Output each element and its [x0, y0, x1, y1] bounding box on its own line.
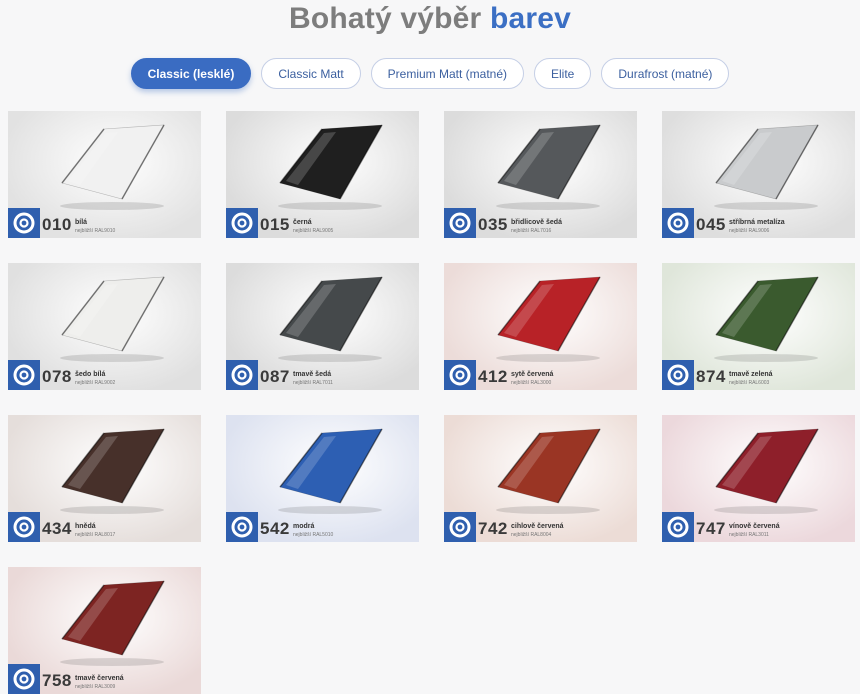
ral-reference: nejbližší RAL7011 — [293, 380, 333, 386]
tab-elite[interactable]: Elite — [534, 58, 592, 89]
color-tile[interactable]: 035 břidlicově šedá nejbližší RAL7016 — [444, 111, 637, 238]
color-tile[interactable]: 087 tmavě šedá nejbližší RAL7011 — [226, 263, 419, 390]
panel-shadow — [60, 506, 164, 514]
panel-shadow — [278, 506, 382, 514]
panel-shadow — [278, 354, 382, 362]
color-code: 434 — [42, 519, 72, 538]
color-code: 045 — [696, 215, 726, 234]
ral-reference: nejbližší RAL3000 — [511, 380, 552, 386]
color-name: stříbrná metalíza — [729, 219, 785, 226]
color-name: tmavě zelená — [729, 371, 773, 378]
color-tile[interactable]: 874 tmavě zelená nejbližší RAL6003 — [662, 263, 855, 390]
tab-durafrost[interactable]: Durafrost (matné) — [601, 58, 730, 89]
brand-logo-icon — [8, 360, 40, 390]
ral-reference: nejbližší RAL9010 — [75, 228, 116, 234]
panel-shadow — [278, 202, 382, 210]
tab-premium-matt[interactable]: Premium Matt (matné) — [370, 58, 525, 89]
color-name: cihlově červená — [511, 523, 564, 530]
ral-reference: nejbližší RAL7016 — [511, 228, 552, 234]
brand-logo-icon — [662, 512, 694, 542]
ral-reference: nejbližší RAL8017 — [75, 532, 116, 538]
panel-shadow — [60, 202, 164, 210]
tab-classic-leskle[interactable]: Classic (lesklé) — [130, 58, 252, 89]
color-name: černá — [293, 219, 312, 226]
color-tile[interactable]: 045 stříbrná metalíza nejbližší RAL9006 — [662, 111, 855, 238]
color-tile[interactable]: 010 bílá nejbližší RAL9010 — [8, 111, 201, 238]
brand-logo-icon — [8, 208, 40, 238]
color-tile[interactable]: 078 šedo bílá nejbližší RAL9002 — [8, 263, 201, 390]
color-code: 015 — [260, 215, 290, 234]
color-code: 874 — [696, 367, 726, 386]
color-name: tmavě šedá — [293, 371, 332, 378]
panel-shadow — [714, 354, 818, 362]
brand-logo-icon — [226, 208, 258, 238]
color-code: 742 — [478, 519, 508, 538]
brand-logo-icon — [8, 512, 40, 542]
color-code: 542 — [260, 519, 290, 538]
color-name: tmavě červená — [75, 675, 124, 682]
brand-logo-icon — [444, 512, 476, 542]
color-name: hnědá — [75, 523, 96, 530]
color-tile[interactable]: 412 sytě červená nejbližší RAL3000 — [444, 263, 637, 390]
panel-shadow — [714, 506, 818, 514]
panel-shadow — [496, 354, 600, 362]
ral-reference: nejbližší RAL5010 — [293, 532, 334, 538]
title-main: Bohatý výběr — [288, 2, 482, 35]
panel-shadow — [714, 202, 818, 210]
color-name: bílá — [75, 219, 88, 226]
color-code: 035 — [478, 215, 508, 234]
brand-logo-icon — [8, 664, 40, 694]
brand-logo-icon — [226, 360, 258, 390]
color-tile[interactable]: 015 černá nejbližší RAL9005 — [226, 111, 419, 238]
panel-shadow — [60, 658, 164, 666]
color-tile[interactable]: 742 cihlově červená nejbližší RAL8004 — [444, 415, 637, 542]
color-code: 412 — [478, 367, 508, 386]
panel-shadow — [496, 202, 600, 210]
color-tile[interactable]: 434 hnědá nejbližší RAL8017 — [8, 415, 201, 542]
ral-reference: nejbližší RAL3009 — [75, 684, 116, 690]
brand-logo-icon — [226, 512, 258, 542]
color-code: 087 — [260, 367, 290, 386]
tab-classic-matt[interactable]: Classic Matt — [261, 58, 361, 89]
color-name: sytě červená — [511, 371, 554, 378]
ral-reference: nejbližší RAL9002 — [75, 380, 116, 386]
color-name: modrá — [293, 523, 315, 530]
ral-reference: nejbližší RAL9006 — [729, 228, 770, 234]
color-code: 747 — [696, 519, 726, 538]
page-title: Bohatý výběr barev — [0, 2, 860, 36]
color-name: šedo bílá — [75, 371, 106, 378]
title-accent: barev — [489, 2, 572, 35]
color-code: 078 — [42, 367, 72, 386]
color-tile[interactable]: 758 tmavě červená nejbližší RAL3009 — [8, 567, 201, 694]
color-grid: 010 bílá nejbližší RAL9010 015 černá nejbližš… — [8, 111, 855, 694]
panel-shadow — [496, 506, 600, 514]
ral-reference: nejbližší RAL3011 — [729, 532, 769, 538]
color-code: 010 — [42, 215, 72, 234]
brand-logo-icon — [444, 360, 476, 390]
panel-shadow — [60, 354, 164, 362]
brand-logo-icon — [444, 208, 476, 238]
color-name: břidlicově šedá — [511, 219, 562, 226]
ral-reference: nejbližší RAL6003 — [729, 380, 770, 386]
ral-reference: nejbližší RAL9005 — [293, 228, 334, 234]
color-name: vínově červená — [729, 523, 780, 530]
color-code: 758 — [42, 671, 72, 690]
brand-logo-icon — [662, 360, 694, 390]
brand-logo-icon — [662, 208, 694, 238]
finish-tabs: Classic (lesklé) Classic Matt Premium Ma… — [0, 58, 860, 89]
ral-reference: nejbližší RAL8004 — [511, 532, 552, 538]
color-tile[interactable]: 747 vínově červená nejbližší RAL3011 — [662, 415, 855, 542]
color-tile[interactable]: 542 modrá nejbližší RAL5010 — [226, 415, 419, 542]
